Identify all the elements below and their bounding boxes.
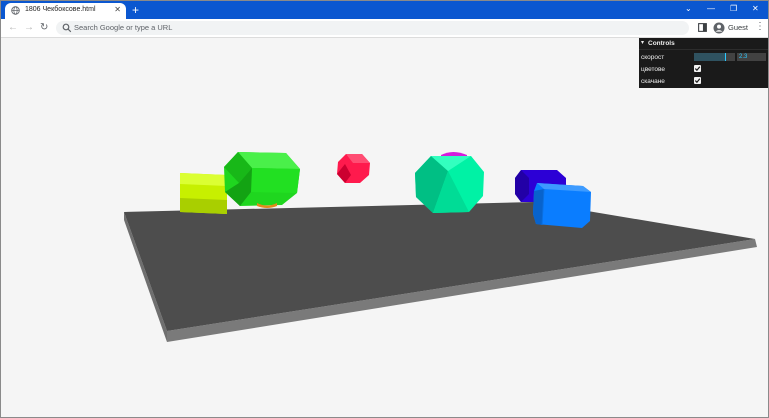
controls-title-bar[interactable]: ▾ Controls <box>639 38 768 50</box>
ground-plane <box>124 202 755 331</box>
red-octagon <box>337 154 370 183</box>
checkmark-icon <box>694 78 701 84</box>
tab-active[interactable]: 1806 Чекбоксове.html ✕ <box>5 3 126 19</box>
page-viewport: ▾ Controls скорост 2.3 цветове скачане <box>1 38 768 417</box>
collapse-caret-icon: ▾ <box>641 40 645 46</box>
controls-title: Controls <box>648 40 675 47</box>
address-placeholder: Search Google or type a URL <box>74 23 173 32</box>
yellow-green-cylinder <box>180 173 227 214</box>
speed-slider[interactable] <box>694 53 735 61</box>
checkmark-icon <box>694 66 701 72</box>
new-tab-icon[interactable]: + <box>132 3 139 17</box>
teal-octagon <box>415 156 484 213</box>
window-close-icon[interactable]: ✕ <box>752 4 759 14</box>
back-icon[interactable]: ← <box>8 22 18 34</box>
profile-label: Guest <box>728 23 749 32</box>
speed-value-input[interactable]: 2.3 <box>737 53 766 61</box>
colors-checkbox[interactable] <box>694 65 701 72</box>
bounce-row: скачане <box>639 75 768 87</box>
bounce-label: скачане <box>641 78 665 85</box>
bounce-checkbox[interactable] <box>694 77 701 84</box>
browser-window: 1806 Чекбоксове.html ✕ + ⌄ — ❐ ✕ ← → ↻ S… <box>0 0 769 418</box>
tab-close-icon[interactable]: ✕ <box>114 5 121 15</box>
forward-icon[interactable]: → <box>24 22 34 34</box>
blue-cylinder <box>533 183 591 228</box>
speed-row: скорост 2.3 <box>639 51 768 63</box>
minimize-icon[interactable]: — <box>707 4 715 14</box>
search-icon <box>62 23 72 33</box>
controls-panel: ▾ Controls скорост 2.3 цветове скачане <box>639 38 768 88</box>
tab-search-chevron-icon[interactable]: ⌄ <box>685 4 692 14</box>
restore-icon[interactable]: ❐ <box>730 4 737 14</box>
kebab-menu-icon[interactable]: ⋮ <box>755 21 765 33</box>
speed-slider-fill <box>694 53 725 61</box>
speed-slider-handle[interactable] <box>725 53 726 61</box>
speed-label: скорост <box>641 54 665 61</box>
browser-toolbar: ← → ↻ Search Google or type a URL Guest … <box>1 19 768 38</box>
address-bar[interactable]: Search Google or type a URL <box>56 21 689 35</box>
reload-icon[interactable]: ↻ <box>40 22 48 34</box>
tab-title: 1806 Чекбоксове.html <box>25 6 96 13</box>
colors-row: цветове <box>639 63 768 75</box>
colors-label: цветове <box>641 66 666 73</box>
webgl-scene <box>124 152 757 342</box>
tab-strip: 1806 Чекбоксове.html ✕ + ⌄ — ❐ ✕ <box>1 1 768 19</box>
avatar-icon <box>713 22 725 34</box>
globe-icon <box>11 6 20 15</box>
green-octagon <box>224 152 300 206</box>
side-panel-icon[interactable] <box>698 23 707 32</box>
